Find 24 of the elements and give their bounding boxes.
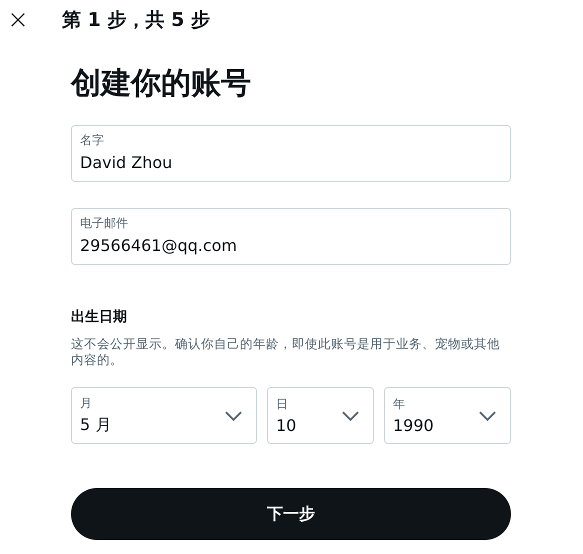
input-field[interactable]: 名字 David Zhou (71, 125, 511, 182)
field-value: 5 月 (80, 415, 112, 436)
field-value: David Zhou (80, 153, 174, 172)
chevron-down-icon (479, 410, 496, 420)
dropdown-field[interactable]: 月 5 月 (71, 387, 257, 444)
field-label: 年 (393, 396, 406, 413)
page-heading: 创建你的账号 (71, 65, 252, 103)
field-label: 电子邮件 (80, 215, 129, 232)
close-button[interactable]: × (6, 7, 30, 33)
chevron-down-icon (342, 410, 359, 420)
section-title: 出生日期 (71, 308, 128, 326)
input-field[interactable]: 电子邮件 29566461@qq.com (71, 208, 511, 265)
step-indicator: 第 1 步，共 5 步 (62, 8, 210, 33)
field-value: 1990 (393, 416, 434, 435)
field-label: 日 (276, 396, 289, 413)
dropdown-field[interactable]: 年 1990 (384, 387, 511, 444)
field-value: 29566461@qq.com (80, 236, 238, 255)
field-label: 月 (80, 395, 93, 412)
dropdown-field[interactable]: 日 10 (267, 387, 374, 444)
field-label: 名字 (80, 132, 105, 149)
chevron-down-icon (225, 410, 242, 420)
next-button[interactable]: 下一步 (71, 488, 511, 540)
help-text: 这不会公开显示。确认你自己的年龄，即使此账号是用于业务、宠物或其他内容的。 (71, 336, 501, 368)
field-value: 10 (276, 416, 296, 435)
